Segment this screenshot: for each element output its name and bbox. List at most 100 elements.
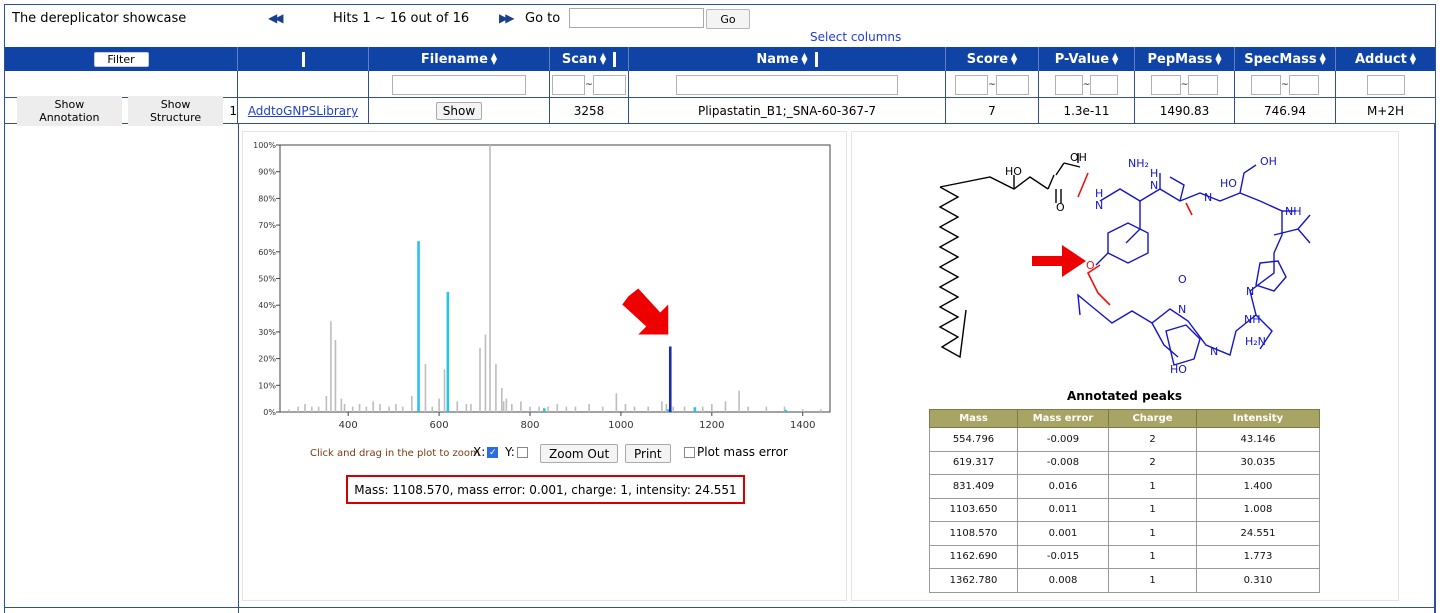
pvalue-cell: 1.3e-11 [1039, 98, 1135, 124]
sort-icon[interactable]: ▲ ▼ [1320, 52, 1326, 66]
scan-cell: 3258 [550, 98, 629, 124]
sort-icon[interactable]: ▲ ▼ [801, 52, 807, 66]
sort-icon[interactable]: ▲ ▼ [1410, 52, 1416, 66]
column-resize-handle[interactable] [238, 47, 369, 71]
name-filter-input[interactable] [676, 74, 898, 95]
table-cell: 619.317 [929, 450, 1018, 475]
column-header-name[interactable]: Name ▲ ▼ [629, 47, 946, 71]
filename-filter-input[interactable] [392, 74, 526, 95]
table-row: 1362.780 0.008 1 0.310 [929, 568, 1320, 593]
goto-input[interactable] [569, 8, 704, 28]
plot-area [279, 144, 831, 413]
table-cell: 1 [1108, 521, 1197, 546]
score-max-input[interactable] [995, 74, 1029, 95]
table-cell: 24.551 [1196, 521, 1320, 546]
specmass-max-input[interactable] [1288, 74, 1319, 95]
plot-mass-error-toggle[interactable]: Plot mass error [684, 445, 788, 459]
column-header-specmass[interactable]: SpecMass ▲ ▼ [1235, 47, 1336, 71]
y-tick-label: 50% [258, 275, 276, 284]
row-divider [5, 607, 1435, 608]
sort-icon[interactable]: ▲ ▼ [1215, 52, 1221, 66]
table-cell: 554.796 [929, 427, 1018, 452]
column-resize-handle[interactable] [814, 51, 818, 67]
row-index: 1 [229, 104, 237, 118]
pepmass-max-input[interactable] [1188, 74, 1219, 95]
column-header-pvalue[interactable]: P-Value ▲ ▼ [1039, 47, 1135, 71]
y-zoom-label: Y: [505, 445, 515, 459]
x-zoom-label: X: [473, 445, 486, 459]
table-cell: 1 [1108, 497, 1197, 522]
zoom-out-button[interactable]: Zoom Out [540, 444, 619, 463]
scan-filter: ~ [550, 71, 629, 98]
sort-icon[interactable]: ▲ ▼ [1112, 52, 1118, 66]
show-annotation-button[interactable]: Show Annotation [17, 96, 122, 126]
x-zoom-toggle[interactable]: X: ✓ [473, 445, 499, 459]
rewind-icon[interactable]: ◀◀ [268, 11, 284, 25]
range-separator: ~ [988, 79, 996, 90]
score-cell: 7 [946, 98, 1039, 124]
table-cell: 1108.570 [929, 521, 1018, 546]
plipastatin-structure: HO OH O NH₂ N H N H N HO OH NH O N NH N … [938, 151, 1311, 376]
scan-max-input[interactable] [592, 74, 626, 95]
pepmass-filter: ~ [1135, 71, 1235, 98]
table-cell: 0.011 [1017, 497, 1109, 522]
fast-forward-icon[interactable]: ▶▶ [499, 11, 515, 25]
column-header-score[interactable]: Score ▲ ▼ [946, 47, 1039, 71]
column-header-scan[interactable]: Scan ▲ ▼ [550, 47, 629, 71]
column-header-adduct[interactable]: Adduct ▲ ▼ [1336, 47, 1435, 71]
show-structure-button[interactable]: Show Structure [127, 96, 224, 126]
filename-filter [369, 71, 550, 98]
pvalue-max-input[interactable] [1090, 74, 1119, 95]
y-zoom-toggle[interactable]: Y: [505, 445, 528, 459]
annotated-peaks-header: Mass Mass error Charge Intensity [929, 409, 1320, 428]
add-to-gnps-library-link[interactable]: AddtoGNPSLibrary [248, 104, 358, 118]
y-zoom-checkbox[interactable] [516, 446, 528, 458]
y-tick-label: 100% [253, 141, 276, 150]
show-button[interactable]: Show [436, 102, 482, 120]
filter-button[interactable]: Filter [93, 51, 149, 67]
specmass-cell: 746.94 [1235, 98, 1336, 124]
pvalue-min-input[interactable] [1054, 74, 1083, 95]
svg-text:NH: NH [1285, 205, 1302, 218]
sort-icon[interactable]: ▲ ▼ [600, 52, 606, 66]
svg-text:HO: HO [1220, 177, 1237, 190]
select-columns-link[interactable]: Select columns [810, 30, 901, 44]
specmass-min-input[interactable] [1251, 74, 1282, 95]
column-label: PepMass [1147, 51, 1213, 67]
score-filter: ~ [946, 71, 1039, 98]
svg-text:N: N [1204, 191, 1212, 204]
y-tick-label: 90% [258, 168, 276, 177]
svg-text:HO: HO [1170, 363, 1187, 376]
annotated-peaks-title: Annotated peaks [1066, 389, 1183, 403]
table-header: Filter Filename ▲ ▼ Scan ▲ ▼ Name ▲ ▼ Score… [5, 47, 1435, 71]
filename-cell: Show [369, 98, 550, 124]
scan-min-input[interactable] [552, 74, 586, 95]
column-header-filename[interactable]: Filename ▲ ▼ [369, 47, 550, 71]
column-header-pepmass[interactable]: PepMass ▲ ▼ [1135, 47, 1235, 71]
pepmass-cell: 1490.83 [1135, 98, 1235, 124]
table-cell: 1.008 [1196, 497, 1320, 522]
plot-mass-error-checkbox[interactable] [684, 446, 695, 458]
x-zoom-checkbox[interactable]: ✓ [487, 446, 499, 458]
table-cell: 0.310 [1196, 568, 1320, 593]
svg-text:H₂N: H₂N [1245, 335, 1266, 348]
score-min-input[interactable] [955, 74, 989, 95]
svg-text:OH: OH [1070, 151, 1087, 164]
sort-icon[interactable]: ▲ ▼ [1011, 52, 1017, 66]
pvalue-filter: ~ [1039, 71, 1135, 98]
y-tick-label: 60% [258, 248, 276, 257]
goto-button[interactable]: Go [706, 9, 750, 29]
table-row: 619.317 -0.008 2 30.035 [929, 450, 1320, 475]
goto-label: Go to [525, 11, 561, 26]
column-resize-handle[interactable] [613, 51, 617, 67]
svg-text:O: O [1056, 201, 1065, 214]
filter-cell: Filter [5, 47, 238, 71]
x-tick-label: 400 [339, 420, 358, 431]
print-button[interactable]: Print [625, 444, 671, 463]
adduct-filter-input[interactable] [1366, 74, 1405, 95]
table-cell: 30.035 [1196, 450, 1320, 475]
y-tick-label: 70% [258, 221, 276, 230]
spectrum-chart[interactable]: 0% 10% 20% 30% 40% 50% 60% 70% 80% 90% 100% 400 600 8… [248, 140, 838, 435]
sort-icon[interactable]: ▲ ▼ [491, 52, 497, 66]
pepmass-min-input[interactable] [1150, 74, 1181, 95]
